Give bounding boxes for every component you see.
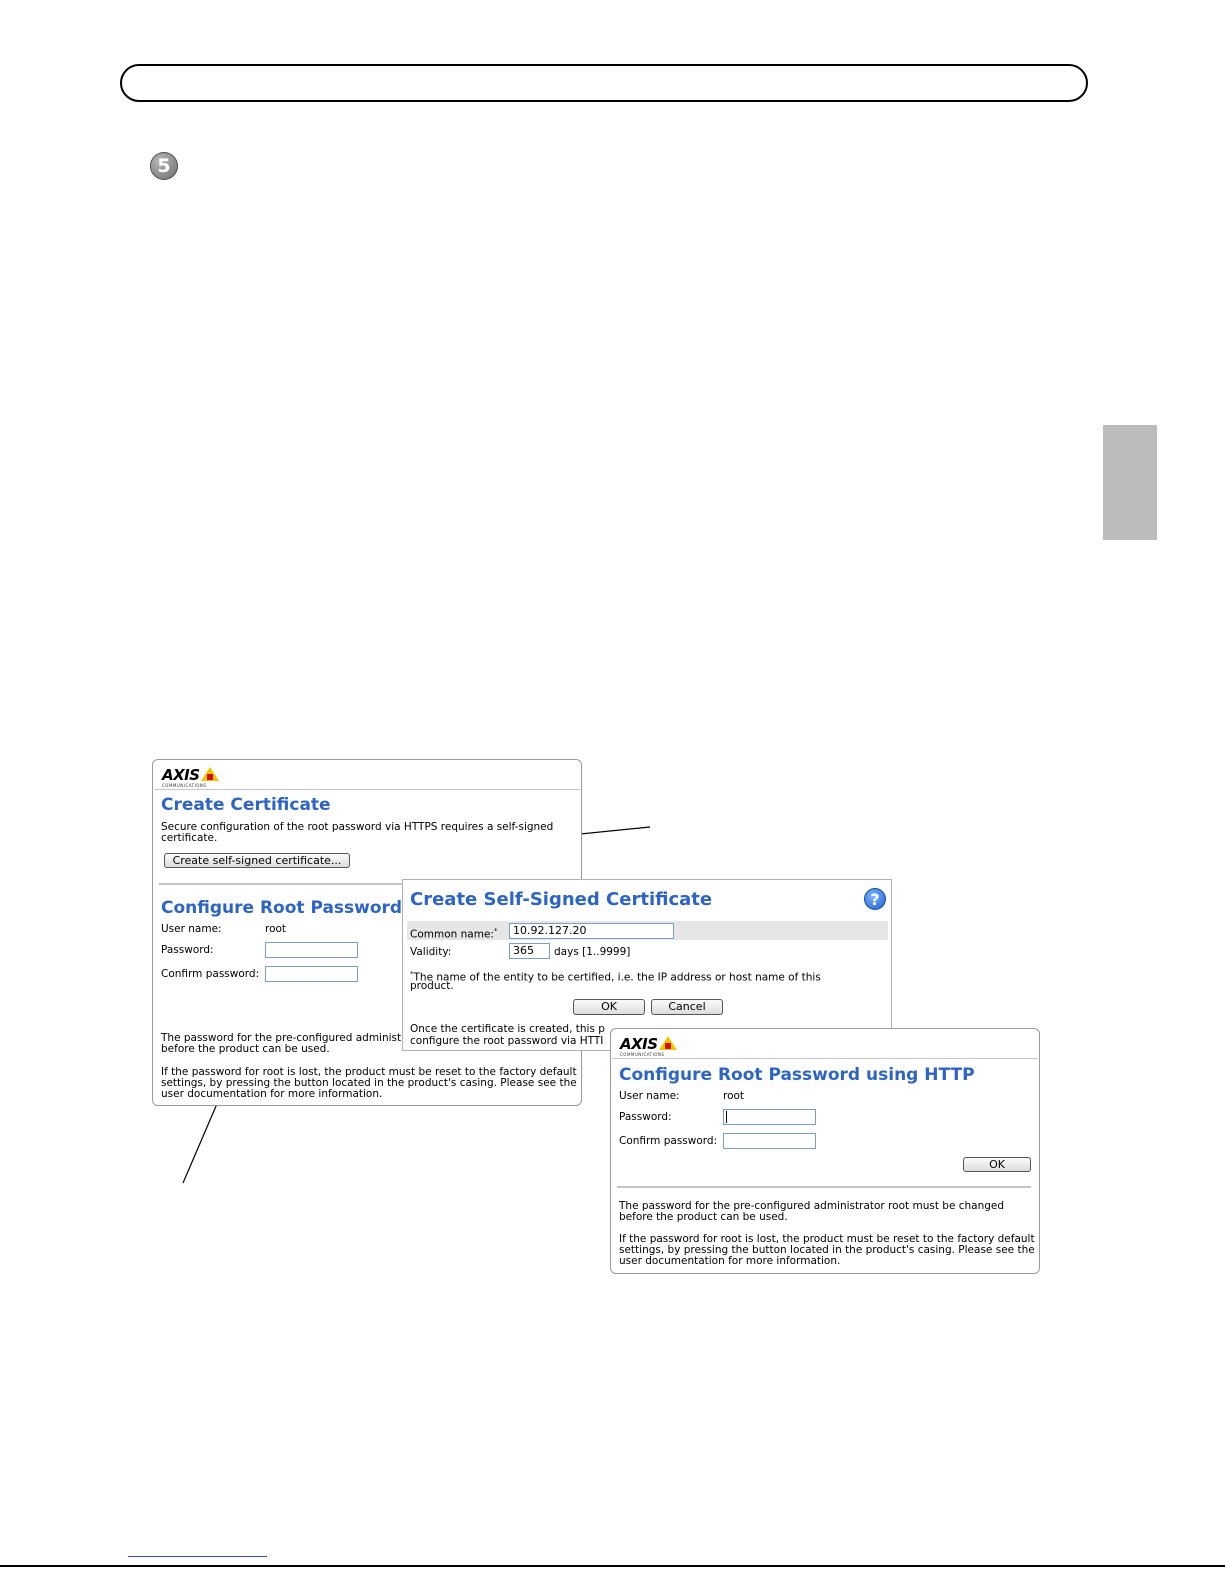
confirm-password-input[interactable] [723,1133,816,1149]
confirm-password-label: Confirm password: [161,968,260,980]
footnote-line2: product. [410,980,454,992]
info-line1: Once the certificate is created, this p [410,1023,605,1035]
note2-line3: user documentation for more information. [161,1088,383,1100]
ok-button[interactable]: OK [573,999,645,1015]
axis-logo: AXIS COMMUNICATIONS [620,1035,677,1057]
certificate-description-line1: Secure configuration of the root passwor… [161,821,554,833]
self-signed-title: Create Self-Signed Certificate [410,889,713,910]
certificate-description-line2: certificate. [161,832,218,844]
logo-divider [612,1058,1038,1059]
footer-link-underline [128,1556,267,1557]
configure-root-password-title: Configure Root Password [161,898,403,918]
section-divider [617,1186,1031,1188]
common-name-label: Common name:* [410,927,498,941]
info-line2: configure the root password via HTTI [410,1035,604,1047]
footer-rule [0,1565,1225,1567]
username-value: root [265,923,287,935]
username-value: root [723,1090,745,1102]
note1-line2: before the product can be used. [619,1211,788,1223]
password-label: Password: [161,944,214,956]
configure-root-password-http-panel: AXIS COMMUNICATIONS Configure Root Passw… [610,1028,1040,1274]
self-signed-certificate-dialog: Create Self-Signed Certificate ? Common … [402,879,892,1051]
validity-label: Validity: [410,946,452,958]
create-certificate-title: Create Certificate [161,795,331,815]
username-label: User name: [161,923,222,935]
password-input[interactable] [723,1109,816,1125]
password-label: Password: [619,1111,672,1123]
http-password-title: Configure Root Password using HTTP [619,1065,975,1085]
ok-button[interactable]: OK [963,1157,1031,1172]
cancel-button[interactable]: Cancel [651,999,723,1015]
username-label: User name: [619,1090,680,1102]
logo-divider [154,789,580,790]
common-name-input[interactable]: 10.92.127.20 [509,923,674,939]
confirm-password-input[interactable] [265,966,358,982]
text-caret [726,1111,727,1123]
note2-line3: user documentation for more information. [619,1255,841,1267]
create-self-signed-certificate-button[interactable]: Create self-signed certificate... [164,853,350,868]
help-icon[interactable]: ? [864,888,886,910]
footnote-line1: *The name of the entity to be certified,… [410,970,821,984]
confirm-password-label: Confirm password: [619,1135,718,1147]
note1-line2: before the product can be used. [161,1043,330,1055]
axis-logo: AXIS COMMUNICATIONS [162,766,219,788]
password-input[interactable] [265,942,358,958]
validity-unit: days [1..9999] [554,946,631,958]
validity-input[interactable]: 365 [509,943,550,959]
